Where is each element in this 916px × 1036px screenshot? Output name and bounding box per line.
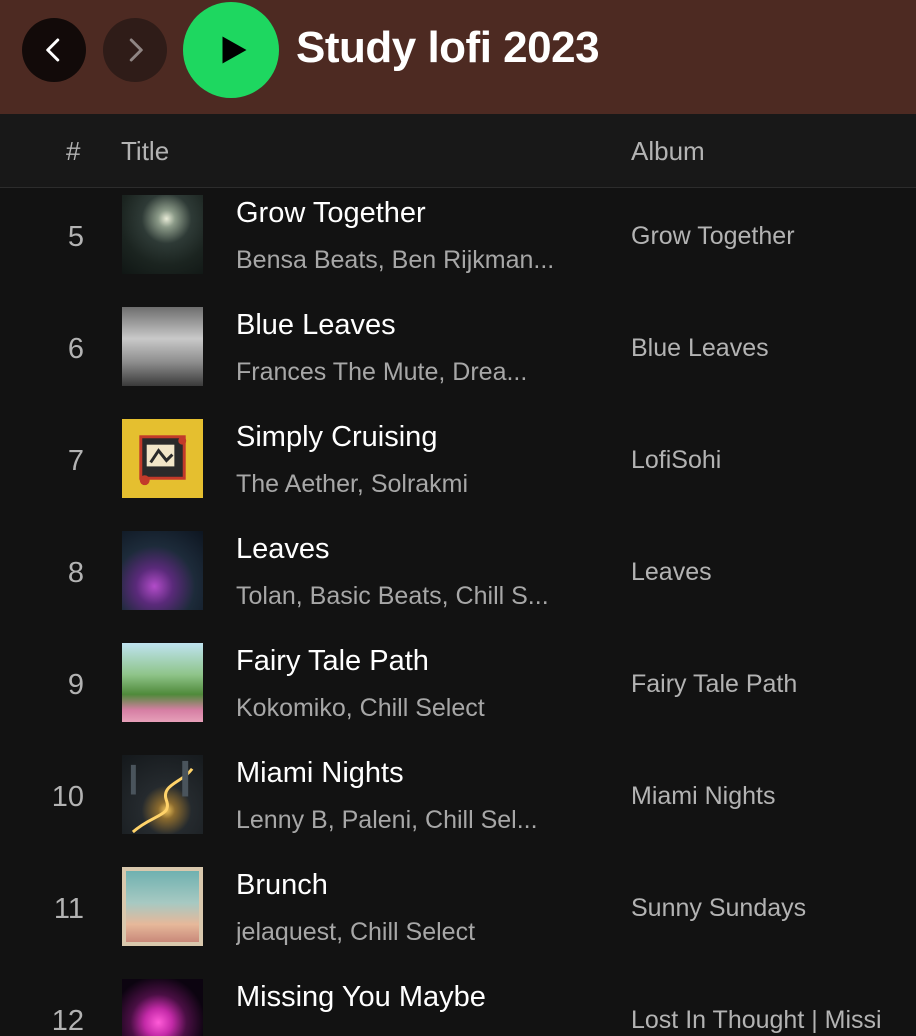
- forward-button[interactable]: [103, 18, 167, 82]
- track-title[interactable]: Miami Nights: [236, 756, 596, 790]
- track-row[interactable]: 7 Simply Cruising The Aether, Solrakmi L…: [0, 413, 916, 525]
- track-album[interactable]: Sunny Sundays: [631, 893, 916, 923]
- track-number: 6: [67, 333, 84, 365]
- track-row[interactable]: 9 Fairy Tale Path Kokomiko, Chill Select…: [0, 637, 916, 749]
- track-artists[interactable]: Lenny B, Paleni, Chill Sel...: [236, 805, 586, 835]
- tracklist-column-header: # Title Album: [0, 114, 916, 188]
- playlist-header: Study lofi 2023: [0, 0, 916, 114]
- track-album[interactable]: Grow Together: [631, 221, 916, 251]
- track-number: 12: [51, 1005, 84, 1036]
- album-art: [122, 195, 203, 274]
- track-album[interactable]: Lost In Thought | Missi: [631, 1005, 916, 1035]
- track-number: 10: [51, 781, 84, 813]
- album-art-graphic: [139, 435, 187, 486]
- back-button[interactable]: [22, 18, 86, 82]
- track-artists[interactable]: Frances The Mute, Drea...: [236, 357, 586, 387]
- track-row[interactable]: 6 Blue Leaves Frances The Mute, Drea... …: [0, 301, 916, 413]
- track-title[interactable]: Grow Together: [236, 196, 596, 230]
- track-row[interactable]: 11 Brunch jelaquest, Chill Select Sunny …: [0, 861, 916, 973]
- track-row[interactable]: 10 Miami Nights Lenny B, Paleni, Chill S…: [0, 749, 916, 861]
- chevron-left-icon: [46, 38, 60, 62]
- track-number: 11: [53, 893, 84, 925]
- chevron-right-icon: [129, 38, 143, 62]
- track-album[interactable]: Blue Leaves: [631, 333, 916, 363]
- playlist-title: Study lofi 2023: [296, 23, 600, 72]
- track-artists[interactable]: The Aether, Solrakmi: [236, 469, 586, 499]
- track-row[interactable]: 5 Grow Together Bensa Beats, Ben Rijkman…: [0, 189, 916, 301]
- track-number: 5: [67, 221, 84, 253]
- track-number: 8: [67, 557, 84, 589]
- track-number: 9: [67, 669, 84, 701]
- album-art: [122, 419, 203, 498]
- track-title[interactable]: Leaves: [236, 532, 596, 566]
- play-icon: [222, 36, 247, 64]
- column-title[interactable]: Title: [121, 136, 169, 166]
- track-row[interactable]: 12 Missing You Maybe Lost In Thought | M…: [0, 973, 916, 1036]
- track-title[interactable]: Missing You Maybe: [236, 980, 596, 1014]
- track-artists[interactable]: Kokomiko, Chill Select: [236, 693, 586, 723]
- album-art: [122, 307, 203, 386]
- album-art: [122, 531, 203, 610]
- track-artists[interactable]: Bensa Beats, Ben Rijkman...: [236, 245, 586, 275]
- track-title[interactable]: Blue Leaves: [236, 308, 596, 342]
- track-album[interactable]: Fairy Tale Path: [631, 669, 916, 699]
- track-number: 7: [67, 445, 84, 477]
- playlist-page: Study lofi 2023 # Title Album 5 Grow Tog…: [0, 0, 916, 1036]
- play-button[interactable]: [183, 2, 279, 98]
- album-art: [122, 979, 203, 1036]
- track-album[interactable]: Miami Nights: [631, 781, 916, 811]
- track-album[interactable]: Leaves: [631, 557, 916, 587]
- track-row[interactable]: 8 Leaves Tolan, Basic Beats, Chill S... …: [0, 525, 916, 637]
- column-number: #: [66, 136, 81, 166]
- album-art: [122, 755, 203, 834]
- track-title[interactable]: Fairy Tale Path: [236, 644, 596, 678]
- track-artists[interactable]: Tolan, Basic Beats, Chill S...: [236, 581, 586, 611]
- album-art: [122, 643, 203, 722]
- track-album[interactable]: LofiSohi: [631, 445, 916, 475]
- column-album[interactable]: Album: [631, 136, 705, 166]
- track-title[interactable]: Brunch: [236, 868, 596, 902]
- track-title[interactable]: Simply Cruising: [236, 420, 596, 454]
- album-art-graphic: [130, 760, 194, 834]
- track-artists[interactable]: jelaquest, Chill Select: [236, 917, 586, 947]
- album-art: [122, 867, 203, 946]
